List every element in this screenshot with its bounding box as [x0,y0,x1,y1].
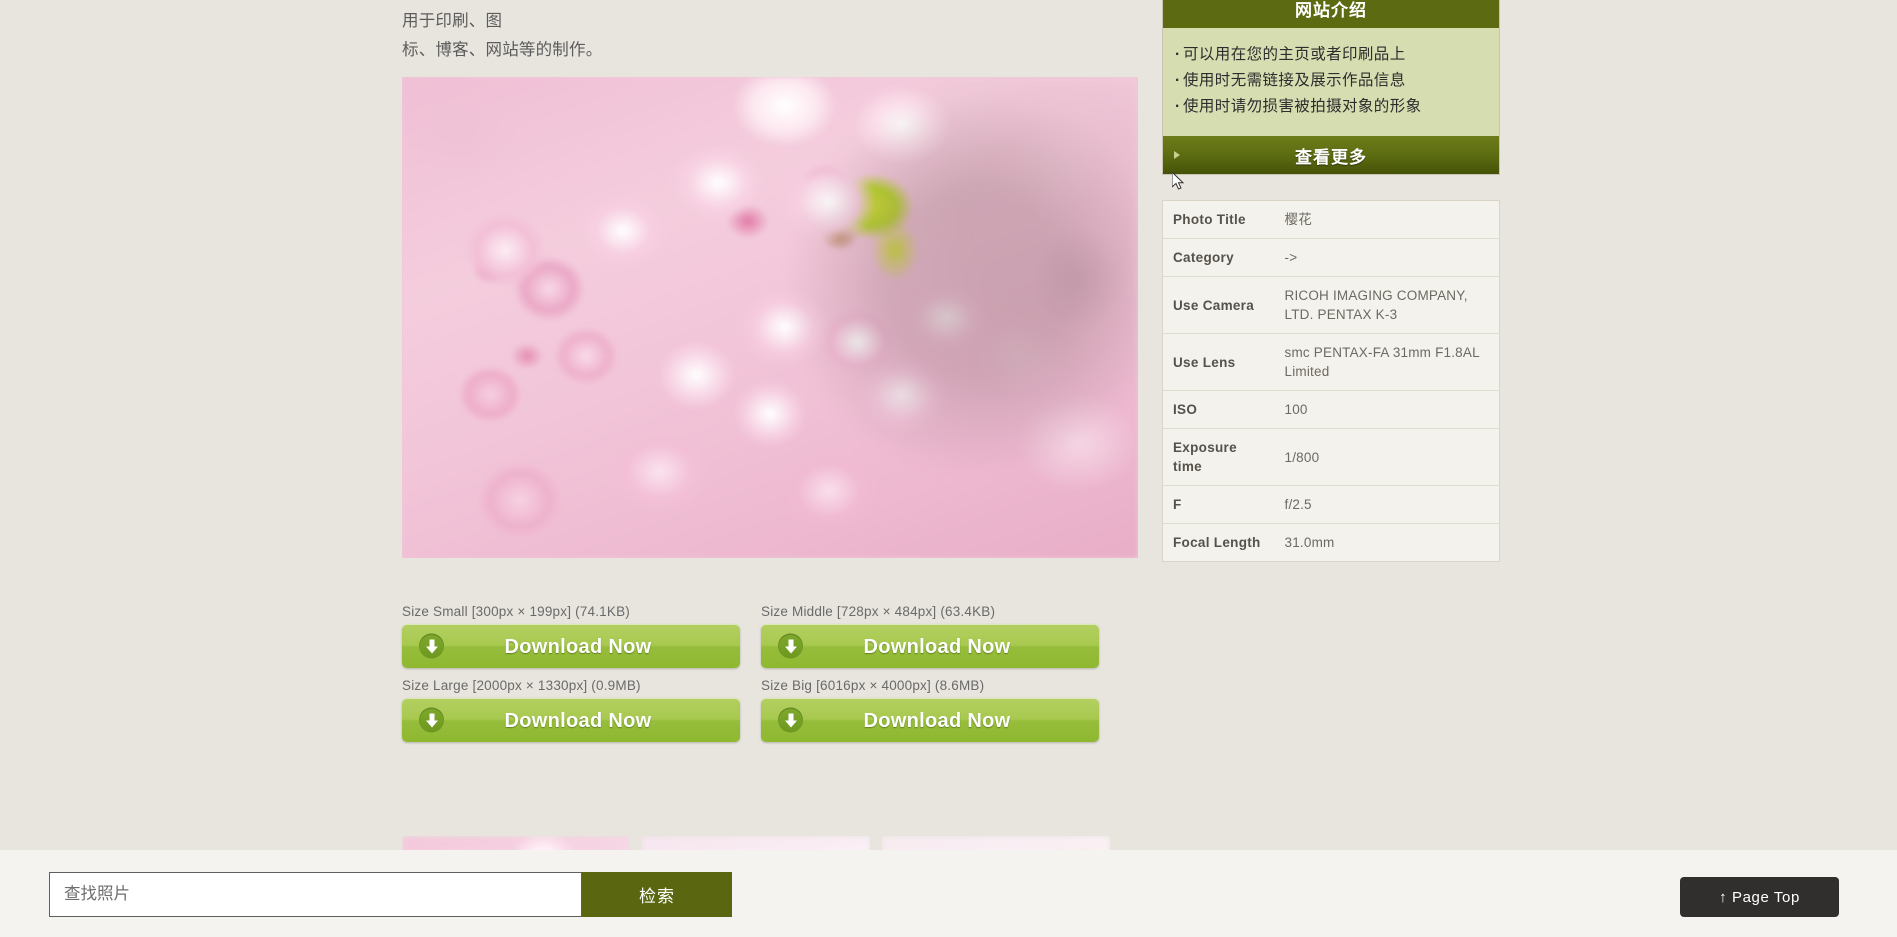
main-photo-image [402,77,1138,558]
search-input[interactable] [49,872,582,917]
table-row: Use Camera RICOH IMAGING COMPANY, LTD. P… [1162,277,1500,334]
download-cell-big: Size Big [6016px × 4000px] (8.6MB) Downl… [761,678,1099,742]
download-arrow-icon [778,707,803,733]
download-row: Size Large [2000px × 1330px] (0.9MB) Dow… [402,678,1142,742]
search-button[interactable]: 检索 [582,872,732,917]
download-cell-large: Size Large [2000px × 1330px] (0.9MB) Dow… [402,678,740,742]
table-row: ISO 100 [1162,391,1500,429]
intro-paragraph: 可以免费下载。在使用时，您无需标明出处、进行用户注册或报告使用情况。本网站的素材… [402,0,1142,65]
download-button-label: Download Now [504,636,652,658]
meta-label: F [1173,497,1182,512]
download-arrow-icon [419,707,444,733]
download-size-label: Size Big [6016px × 4000px] (8.6MB) [761,678,985,693]
view-more-label: 查看更多 [1295,147,1367,167]
site-intro-panel: 网站介绍 可以用在您的主页或者印刷品上 使用时无需链接及展示作品信息 使用时请勿… [1162,0,1500,175]
site-intro-title: 网站介绍 [1163,0,1499,28]
meta-label: Use Camera [1173,297,1255,313]
site-intro-list: 可以用在您的主页或者印刷品上 使用时无需链接及展示作品信息 使用时请勿损害被拍摄… [1163,28,1499,136]
site-intro-item: 可以用在您的主页或者印刷品上 [1175,42,1499,68]
meta-value: RICOH IMAGING COMPANY, LTD. PENTAX K-3 [1284,288,1468,322]
table-row: Exposure time 1/800 [1162,429,1500,486]
table-row: F f/2.5 [1162,486,1500,524]
download-arrow-icon [419,633,444,659]
table-row: Category -> [1162,239,1500,277]
download-cell-small: Size Small [300px × 199px] (74.1KB) Down… [402,604,740,668]
download-cell-middle: Size Middle [728px × 484px] (63.4KB) Dow… [761,604,1099,668]
bottom-search-bar: 检索 ↑ Page Top [0,850,1897,937]
intro-paragraph-line-2: 标、博客、网站等的制作。 [402,41,603,59]
download-button-middle[interactable]: Download Now [761,624,1099,668]
main-photo[interactable] [402,77,1138,558]
site-intro-item: 使用时无需链接及展示作品信息 [1175,68,1499,94]
meta-label: Exposure time [1173,440,1237,474]
page-root: 可以免费下载。在使用时，您无需标明出处、进行用户注册或报告使用情况。本网站的素材… [0,0,1897,937]
photo-metadata-table: Photo Title 樱花 Category -> Use Camera RI… [1162,200,1500,562]
download-size-label: Size Middle [728px × 484px] (63.4KB) [761,604,996,619]
meta-value[interactable]: -> [1275,239,1500,277]
meta-label: Category [1173,250,1234,265]
table-row: Focal Length 31.0mm [1163,524,1500,562]
table-row: Use Lens smc PENTAX-FA 31mm F1.8AL Limit… [1162,334,1500,391]
content-column: 可以免费下载。在使用时，您无需标明出处、进行用户注册或报告使用情况。本网站的素材… [402,0,1140,87]
download-button-small[interactable]: Download Now [402,624,740,668]
download-button-big[interactable]: Download Now [761,698,1099,742]
download-button-large[interactable]: Download Now [402,698,740,742]
sidebar: 网站介绍 可以用在您的主页或者印刷品上 使用时无需链接及展示作品信息 使用时请勿… [1162,0,1500,562]
meta-value: smc PENTAX-FA 31mm F1.8AL Limited [1284,345,1480,379]
download-button-label: Download Now [863,636,1011,658]
meta-value: 1/800 [1284,449,1320,465]
download-button-label: Download Now [504,710,652,732]
triangle-right-icon [1174,151,1180,159]
meta-value: 100 [1284,402,1308,417]
meta-value: 31.0mm [1284,535,1335,550]
download-size-label: Size Small [300px × 199px] (74.1KB) [402,604,630,619]
site-intro-item: 使用时请勿损害被拍摄对象的形象 [1175,94,1499,120]
download-row: Size Small [300px × 199px] (74.1KB) Down… [402,604,1142,668]
meta-label: Use Lens [1173,354,1236,370]
download-size-label: Size Large [2000px × 1330px] (0.9MB) [402,678,641,693]
table-row: Photo Title 樱花 [1162,201,1500,239]
download-button-label: Download Now [863,710,1011,732]
download-arrow-icon [778,633,803,659]
meta-label: Focal Length [1173,535,1261,550]
download-section: Size Small [300px × 199px] (74.1KB) Down… [402,604,1142,752]
meta-label: Photo Title [1173,212,1246,227]
meta-label: ISO [1173,402,1198,417]
view-more-button[interactable]: 查看更多 [1163,136,1499,174]
intro-paragraph-line-1: 可以免费下载。在使用时，您无需标明出处、进行用户注册或报告使用情况。本网站的素材… [402,0,1137,30]
page-top-button[interactable]: ↑ Page Top [1680,877,1839,917]
meta-value: 樱花 [1284,212,1312,227]
meta-value: f/2.5 [1284,497,1312,512]
